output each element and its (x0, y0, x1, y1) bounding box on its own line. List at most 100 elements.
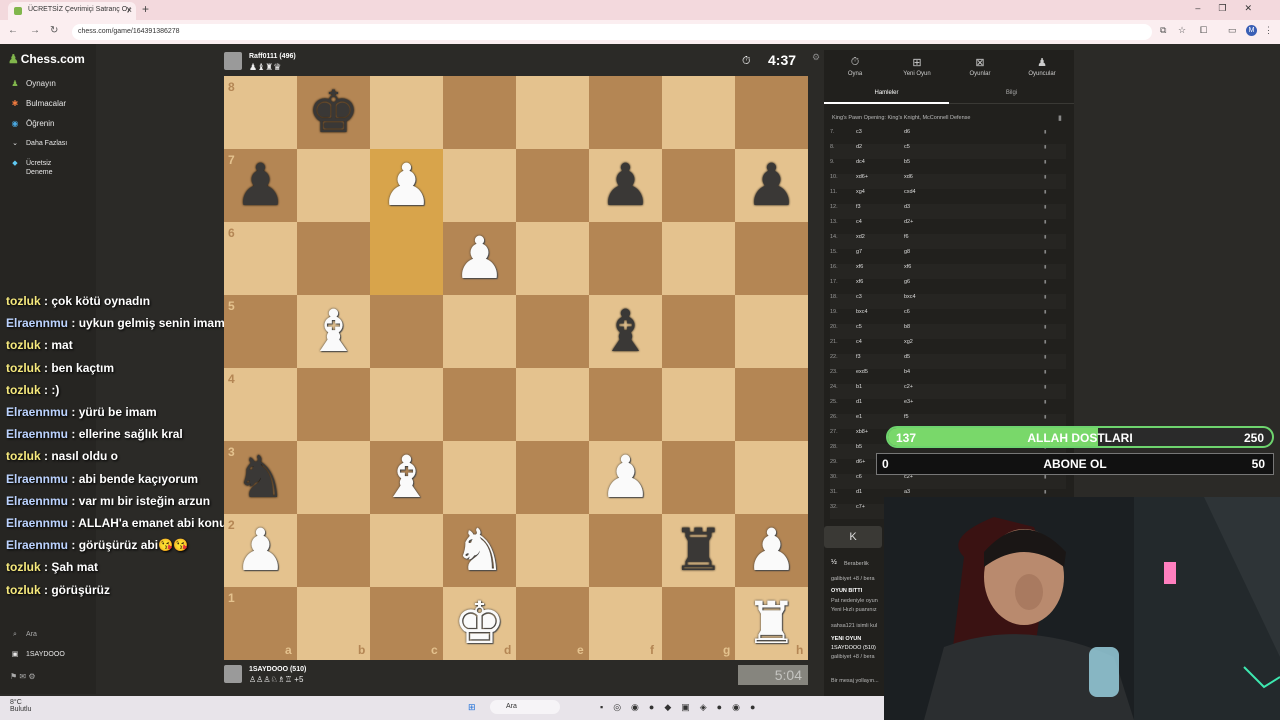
square-c8[interactable] (370, 76, 443, 149)
tab-new-game[interactable]: ⊞ Yeni Oyun (887, 56, 947, 77)
square-f8[interactable] (589, 76, 662, 149)
sidebar-item-puzzles[interactable]: ✱ Bulmacalar (10, 99, 66, 108)
white-move[interactable]: xb8+ (856, 429, 868, 435)
forward-icon[interactable]: → (30, 25, 40, 36)
book-icon[interactable]: ▮ (1058, 114, 1062, 122)
white-move[interactable]: e1 (856, 414, 862, 420)
white-move[interactable]: d2 (856, 144, 862, 150)
white-move[interactable]: xd6+ (856, 174, 868, 180)
black-piece-g2[interactable]: ♜ (662, 514, 735, 587)
chat-input-placeholder[interactable]: Bir mesaj yollayın... (831, 678, 884, 684)
profile-avatar[interactable]: M (1246, 25, 1257, 36)
white-move[interactable]: xf6 (856, 264, 863, 270)
bottom-player-name[interactable]: 1SAYDOOO (510) (249, 666, 306, 673)
white-move[interactable]: xf6 (856, 279, 863, 285)
white-move[interactable]: c3 (856, 294, 862, 300)
square-g4[interactable] (662, 368, 735, 441)
chess-board[interactable]: 8 7 6 5 4 3 2 1 a b c d e f g h ♚ ♟ ♟ ♟ ♟ ♟ ♝ ♝ ♞ ♝ ♟ ♟ ♞ ♜ ♟ ♚ ♜ (224, 76, 808, 660)
white-move[interactable]: exd5 (856, 369, 868, 375)
square-c4[interactable] (370, 368, 443, 441)
black-piece-b8[interactable]: ♚ (297, 76, 370, 149)
white-piece-a2[interactable]: ♟ (224, 514, 297, 587)
white-move[interactable]: bxc4 (856, 309, 868, 315)
install-icon[interactable]: ⧉ (1160, 25, 1166, 36)
square-g3[interactable] (662, 441, 735, 514)
square-c6[interactable] (370, 222, 443, 295)
white-piece-d1[interactable]: ♚ (443, 587, 516, 660)
white-piece-c7[interactable]: ♟ (370, 149, 443, 222)
tab-players[interactable]: ♟ Oyuncular (1012, 56, 1072, 77)
square-b7[interactable] (297, 149, 370, 222)
menu-icon[interactable]: ⋮ (1264, 25, 1273, 36)
square-h5[interactable] (735, 295, 808, 368)
sidebar-item-more[interactable]: ⌄ Daha Fazlası (10, 139, 67, 147)
tab-games[interactable]: ⊠ Oyunlar (950, 56, 1010, 77)
white-piece-d2[interactable]: ♞ (443, 514, 516, 587)
black-move[interactable]: c2+ (904, 384, 913, 390)
square-b3[interactable] (297, 441, 370, 514)
reload-icon[interactable]: ↻ (50, 25, 58, 36)
black-piece-f5[interactable]: ♝ (589, 295, 662, 368)
black-move[interactable]: e3+ (904, 399, 913, 405)
extensions-icon[interactable]: ⧠ (1200, 25, 1207, 36)
black-move[interactable]: d5 (904, 354, 910, 360)
black-move[interactable]: xf6 (904, 264, 911, 270)
white-move[interactable]: c6 (856, 474, 862, 480)
sidebar-footer-icons[interactable]: ⚑ ✉ ⚙ (10, 672, 36, 681)
url-field[interactable]: chess.com/game/164391386278 (72, 24, 1152, 40)
white-move[interactable]: c5 (856, 324, 862, 330)
white-move[interactable]: b1 (856, 384, 862, 390)
white-move[interactable]: dc4 (856, 159, 865, 165)
square-e8[interactable] (516, 76, 589, 149)
square-e7[interactable] (516, 149, 589, 222)
square-f4[interactable] (589, 368, 662, 441)
white-move[interactable]: d1 (856, 489, 862, 495)
black-move[interactable]: b5 (904, 159, 910, 165)
white-move[interactable]: f3 (856, 204, 861, 210)
white-piece-c3[interactable]: ♝ (370, 441, 443, 514)
square-d3[interactable] (443, 441, 516, 514)
white-piece-b5[interactable]: ♝ (297, 295, 370, 368)
square-g6[interactable] (662, 222, 735, 295)
top-player-name[interactable]: Raff0111 (496) (249, 53, 296, 60)
cast-icon[interactable]: ▭ (1228, 25, 1237, 36)
square-e5[interactable] (516, 295, 589, 368)
square-h4[interactable] (735, 368, 808, 441)
close-tab-icon[interactable]: × (127, 5, 132, 15)
square-d7[interactable] (443, 149, 516, 222)
black-move[interactable]: bxc4 (904, 294, 916, 300)
black-move[interactable]: f6 (904, 234, 909, 240)
new-tab-icon[interactable]: + (142, 2, 149, 16)
white-move[interactable]: c4 (856, 219, 862, 225)
black-move[interactable]: b4 (904, 369, 910, 375)
settings-gear-icon[interactable]: ⚙ (812, 52, 820, 63)
black-move[interactable]: d3 (904, 204, 910, 210)
square-g7[interactable] (662, 149, 735, 222)
white-move[interactable]: d1 (856, 399, 862, 405)
weather-widget[interactable]: 8°C Bulutlu (10, 699, 31, 713)
black-piece-f7[interactable]: ♟ (589, 149, 662, 222)
white-move[interactable]: d6+ (856, 459, 865, 465)
white-piece-h1[interactable]: ♜ (735, 587, 808, 660)
tab-moves[interactable]: Hamleler (824, 90, 949, 104)
sidebar-user[interactable]: ▣ 1SAYDOOO (10, 650, 65, 658)
black-piece-a7[interactable]: ♟ (224, 149, 297, 222)
square-h8[interactable] (735, 76, 808, 149)
chesscom-logo[interactable]: ♟ Chess.com (8, 52, 85, 66)
square-e2[interactable] (516, 514, 589, 587)
window-controls[interactable]: –❐✕ (1195, 3, 1270, 14)
square-h3[interactable] (735, 441, 808, 514)
square-f6[interactable] (589, 222, 662, 295)
black-piece-a3[interactable]: ♞ (224, 441, 297, 514)
sidebar-item-free-trial[interactable]: ◆ Ücretsiz (10, 159, 51, 167)
square-f2[interactable] (589, 514, 662, 587)
windows-start-icon[interactable]: ⊞ (468, 702, 476, 713)
black-move[interactable]: b8 (904, 324, 910, 330)
black-move[interactable]: c6 (904, 309, 910, 315)
black-piece-h7[interactable]: ♟ (735, 149, 808, 222)
black-move[interactable]: g6 (904, 279, 910, 285)
white-move[interactable]: c3 (856, 129, 862, 135)
black-move[interactable]: c5 (904, 144, 910, 150)
white-move[interactable]: b5 (856, 444, 862, 450)
black-move[interactable]: g8 (904, 249, 910, 255)
